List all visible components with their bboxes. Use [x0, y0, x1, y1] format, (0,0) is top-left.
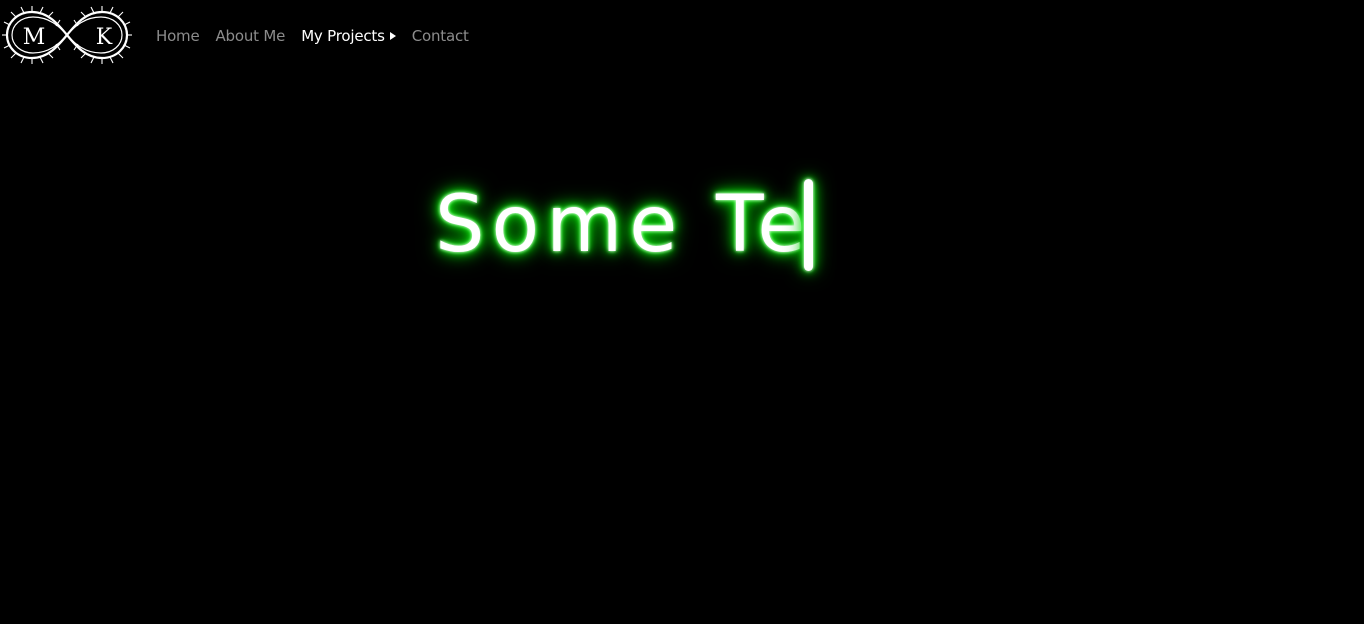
main-nav: Home About Me My Projects Contact: [156, 25, 485, 47]
text-cursor-icon: [804, 179, 814, 271]
nav-home-link[interactable]: Home: [156, 25, 200, 47]
nav-about-link[interactable]: About Me: [216, 25, 286, 47]
typed-text: Some Te: [435, 180, 813, 270]
nav-projects-link[interactable]: My Projects: [301, 25, 396, 47]
hero: Some Te: [435, 176, 814, 274]
caret-right-icon: [389, 31, 396, 40]
logo-letter-k: K: [96, 25, 113, 50]
infinity-logo-icon: M K: [2, 6, 132, 64]
logo-letter-m: M: [23, 25, 46, 50]
logo-link[interactable]: M K: [2, 4, 132, 66]
nav-contact-link[interactable]: Contact: [412, 25, 469, 47]
nav-projects-label: My Projects: [301, 27, 385, 45]
navbar: M K Home About Me My Projects Contact: [0, 0, 1364, 72]
